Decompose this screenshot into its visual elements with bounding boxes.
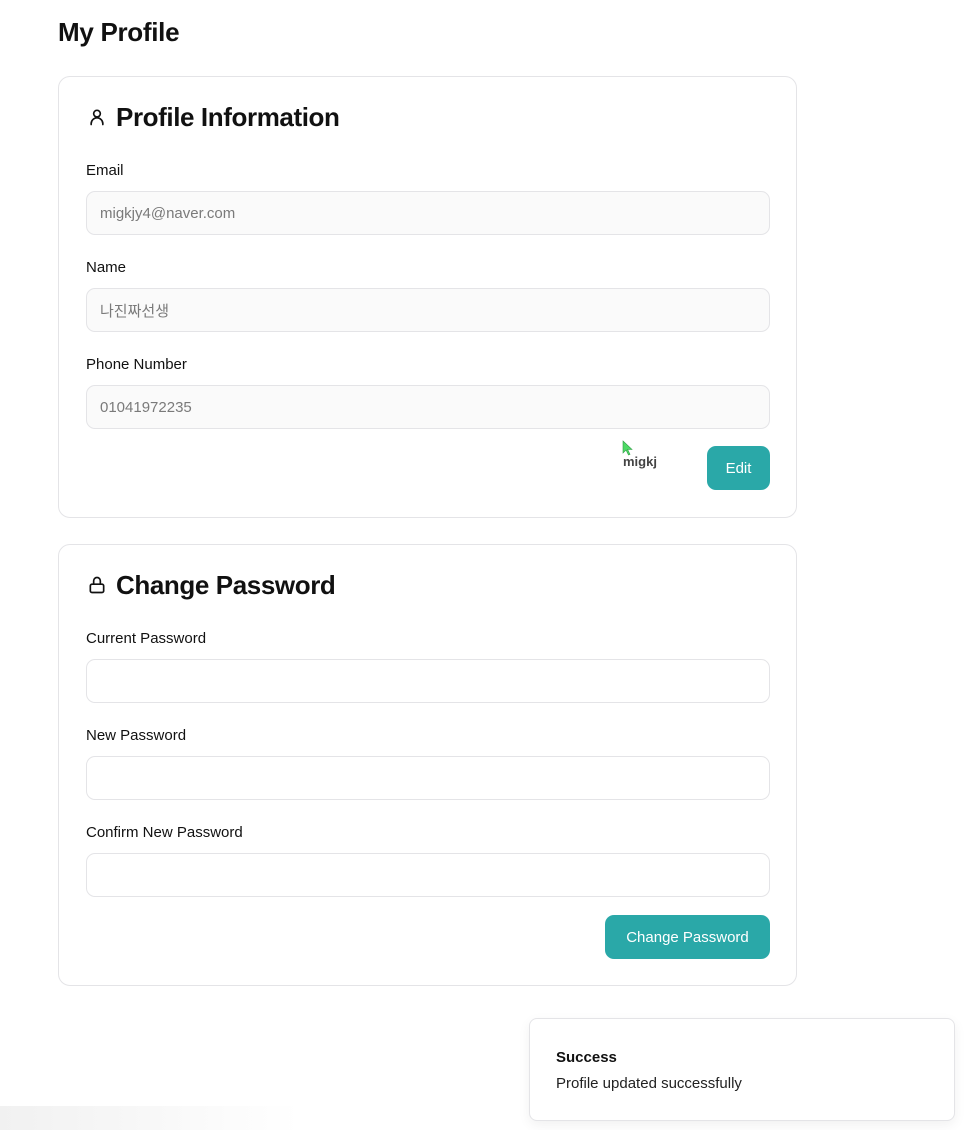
current-password-field[interactable] (86, 659, 770, 703)
toast-title: Success (556, 1049, 617, 1066)
change-password-card: Change Password Current Password New Pas… (58, 544, 797, 986)
profile-information-card: Profile Information Email Name Phone Num… (58, 76, 797, 518)
edit-button[interactable]: Edit (707, 446, 770, 490)
confirm-new-password-label: Confirm New Password (86, 824, 243, 841)
success-toast[interactable]: Success Profile updated successfully (529, 1018, 955, 1121)
phone-number-label: Phone Number (86, 356, 187, 373)
name-label: Name (86, 259, 127, 276)
name-field[interactable] (86, 288, 770, 332)
confirm-new-password-field[interactable] (86, 853, 770, 897)
change-password-button[interactable]: Change Password (605, 915, 770, 959)
lock-icon (86, 574, 108, 596)
collaborator-cursor-label: migkj (623, 454, 657, 469)
bottom-shadow-decoration (0, 1106, 300, 1130)
email-label: Email (86, 162, 124, 179)
new-password-field[interactable] (86, 756, 770, 800)
password-card-title: Change Password (116, 570, 336, 600)
profile-card-title: Profile Information (116, 102, 340, 132)
current-password-label: Current Password (86, 630, 207, 647)
page-title: My Profile (58, 17, 180, 47)
new-password-label: New Password (86, 727, 187, 744)
password-card-header: Change Password (86, 567, 336, 603)
profile-card-header: Profile Information (86, 99, 340, 135)
toast-message: Profile updated successfully (556, 1075, 742, 1092)
email-field[interactable] (86, 191, 770, 235)
user-icon (86, 106, 108, 128)
phone-number-field[interactable] (86, 385, 770, 429)
